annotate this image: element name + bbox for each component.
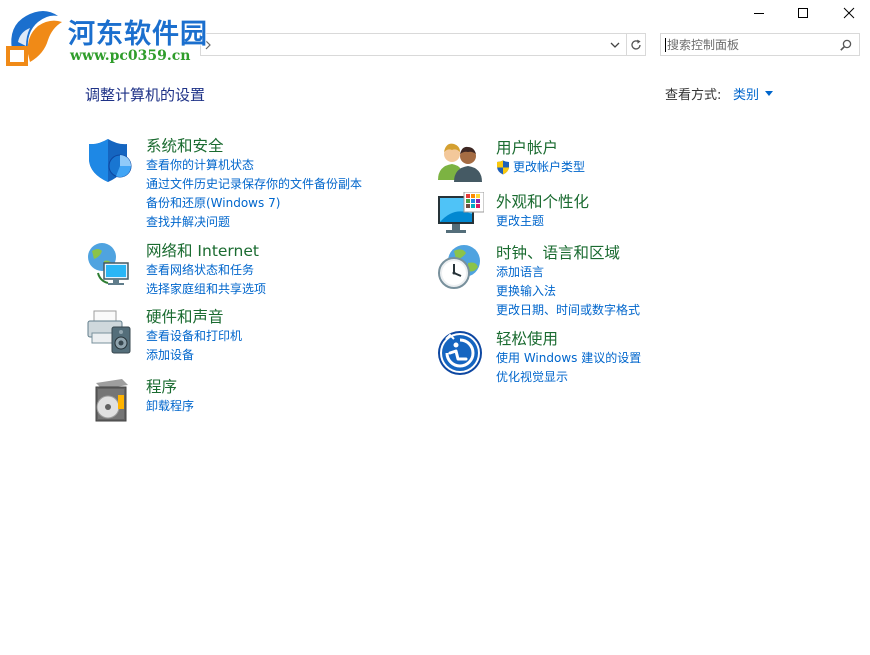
view-by-dropdown[interactable]: 类别 (733, 84, 774, 103)
page-title: 调整计算机的设置 (85, 86, 206, 104)
search-icon[interactable] (839, 38, 853, 52)
refresh-button[interactable] (626, 33, 646, 56)
watermark-url: www.pc0359.cn (70, 48, 191, 64)
minimize-button[interactable] (736, 0, 782, 26)
link-change-theme[interactable]: 更改主题 (496, 212, 816, 231)
category-title[interactable]: 系统和安全 (146, 136, 466, 156)
close-button[interactable] (826, 0, 870, 26)
watermark-title: 河东软件园 (68, 19, 208, 50)
ease-of-access-icon[interactable] (436, 329, 484, 377)
link-change-account-type-label: 更改帐户类型 (513, 160, 586, 174)
view-by-label: 查看方式: (665, 88, 722, 103)
program-disc-icon[interactable] (86, 377, 134, 425)
category-title[interactable]: 硬件和声音 (146, 307, 466, 327)
color-swatches (463, 192, 484, 213)
link-file-history-backup[interactable]: 通过文件历史记录保存你的文件备份副本 (146, 175, 466, 194)
view-by-value: 类别 (733, 88, 760, 103)
text-caret (665, 38, 666, 52)
link-recommended-settings[interactable]: 使用 Windows 建议的设置 (496, 349, 816, 368)
category-title[interactable]: 程序 (146, 377, 466, 397)
maximize-icon (798, 8, 808, 18)
category-title[interactable]: 外观和个性化 (496, 192, 816, 212)
link-change-date-time-format[interactable]: 更改日期、时间或数字格式 (496, 301, 816, 320)
address-bar[interactable] (200, 33, 626, 56)
printer-speaker-icon[interactable] (86, 307, 134, 355)
category-title[interactable]: 用户帐户 (496, 138, 816, 158)
uac-shield-icon (497, 160, 509, 175)
link-network-status[interactable]: 查看网络状态和任务 (146, 261, 466, 280)
network-globe-icon[interactable] (86, 241, 134, 289)
link-homegroup-sharing[interactable]: 选择家庭组和共享选项 (146, 280, 466, 299)
link-uninstall-program[interactable]: 卸载程序 (146, 397, 466, 416)
link-troubleshoot[interactable]: 查找并解决问题 (146, 213, 466, 232)
shield-security-icon[interactable] (86, 136, 134, 184)
link-change-account-type[interactable]: 更改帐户类型 (496, 158, 816, 177)
watermark-logo-icon (6, 11, 62, 66)
close-icon (843, 7, 855, 19)
category-title[interactable]: 时钟、语言和区域 (496, 243, 816, 263)
search-input[interactable] (667, 35, 835, 54)
category-title[interactable]: 轻松使用 (496, 329, 816, 349)
monitor-palette-icon[interactable] (436, 192, 484, 240)
watermark-logo: 河东软件园 www.pc0359.cn (4, 6, 219, 68)
link-add-language[interactable]: 添加语言 (496, 263, 816, 282)
link-add-device[interactable]: 添加设备 (146, 346, 466, 365)
clock-globe-icon[interactable] (436, 243, 484, 291)
link-change-input-method[interactable]: 更换输入法 (496, 282, 816, 301)
category-title[interactable]: 网络和 Internet (146, 241, 466, 261)
dropdown-arrow-icon (765, 91, 774, 96)
users-icon[interactable] (436, 138, 484, 186)
link-check-computer-status[interactable]: 查看你的计算机状态 (146, 156, 466, 175)
link-backup-restore[interactable]: 备份和还原(Windows 7) (146, 194, 466, 213)
minimize-icon (754, 13, 764, 14)
refresh-icon (631, 39, 641, 50)
chevron-down-icon[interactable] (608, 38, 622, 52)
search-box[interactable] (660, 33, 860, 56)
maximize-button[interactable] (780, 0, 826, 26)
link-optimize-visual-display[interactable]: 优化视觉显示 (496, 368, 816, 387)
link-devices-printers[interactable]: 查看设备和打印机 (146, 327, 466, 346)
